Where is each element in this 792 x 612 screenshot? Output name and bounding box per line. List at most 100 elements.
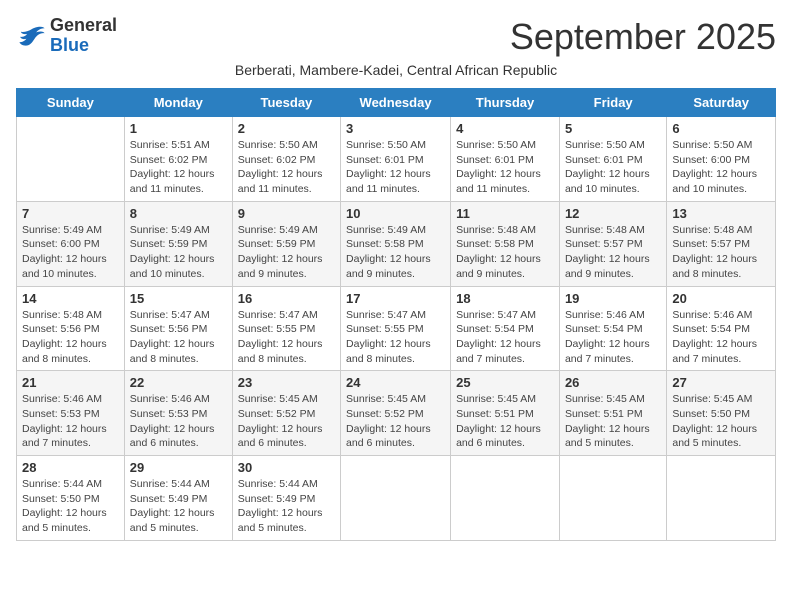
calendar-cell: 2 Sunrise: 5:50 AM Sunset: 6:02 PM Daylig… xyxy=(232,117,340,202)
calendar-cell: 28 Sunrise: 5:44 AM Sunset: 5:50 PM Dayli… xyxy=(17,456,125,541)
calendar-cell: 3 Sunrise: 5:50 AM Sunset: 6:01 PM Daylig… xyxy=(341,117,451,202)
calendar-cell: 15Sunrise: 5:47 AM Sunset: 5:56 PM Dayli… xyxy=(124,286,232,371)
day-number: 16 xyxy=(238,291,335,306)
day-number: 13 xyxy=(672,206,770,221)
day-info: Sunrise: 5:50 AM Sunset: 6:02 PM Dayligh… xyxy=(238,138,335,197)
day-number: 30 xyxy=(238,460,335,475)
day-info: Sunrise: 5:48 AM Sunset: 5:57 PM Dayligh… xyxy=(565,223,661,282)
calendar-cell: 11 Sunrise: 5:48 AM Sunset: 5:58 PM Dayli… xyxy=(451,201,560,286)
day-number: 2 xyxy=(238,121,335,136)
day-info: Sunrise: 5:44 AM Sunset: 5:50 PM Dayligh… xyxy=(22,477,119,536)
day-info: Sunrise: 5:45 AM Sunset: 5:51 PM Dayligh… xyxy=(456,392,554,451)
day-info: Sunrise: 5:50 AM Sunset: 6:01 PM Dayligh… xyxy=(456,138,554,197)
day-number: 3 xyxy=(346,121,445,136)
day-info: Sunrise: 5:50 AM Sunset: 6:01 PM Dayligh… xyxy=(565,138,661,197)
calendar-cell: 9 Sunrise: 5:49 AM Sunset: 5:59 PM Daylig… xyxy=(232,201,340,286)
day-info: Sunrise: 5:49 AM Sunset: 5:59 PM Dayligh… xyxy=(238,223,335,282)
calendar-cell: 23 Sunrise: 5:45 AM Sunset: 5:52 PM Dayli… xyxy=(232,371,340,456)
day-info: Sunrise: 5:44 AM Sunset: 5:49 PM Dayligh… xyxy=(130,477,227,536)
calendar-cell: 1 Sunrise: 5:51 AM Sunset: 6:02 PM Daylig… xyxy=(124,117,232,202)
calendar-week-row: 28 Sunrise: 5:44 AM Sunset: 5:50 PM Dayli… xyxy=(17,456,776,541)
day-of-week-friday: Friday xyxy=(559,89,666,117)
calendar-cell xyxy=(451,456,560,541)
calendar-cell: 25Sunrise: 5:45 AM Sunset: 5:51 PM Dayli… xyxy=(451,371,560,456)
day-info: Sunrise: 5:50 AM Sunset: 6:01 PM Dayligh… xyxy=(346,138,445,197)
calendar-week-row: 21 Sunrise: 5:46 AM Sunset: 5:53 PM Dayli… xyxy=(17,371,776,456)
day-info: Sunrise: 5:48 AM Sunset: 5:57 PM Dayligh… xyxy=(672,223,770,282)
subtitle: Berberati, Mambere-Kadei, Central Africa… xyxy=(16,62,776,78)
month-title: September 2025 xyxy=(510,16,776,58)
calendar-cell: 29 Sunrise: 5:44 AM Sunset: 5:49 PM Dayli… xyxy=(124,456,232,541)
day-number: 4 xyxy=(456,121,554,136)
day-number: 26 xyxy=(565,375,661,390)
day-info: Sunrise: 5:46 AM Sunset: 5:53 PM Dayligh… xyxy=(130,392,227,451)
day-info: Sunrise: 5:49 AM Sunset: 6:00 PM Dayligh… xyxy=(22,223,119,282)
day-info: Sunrise: 5:45 AM Sunset: 5:51 PM Dayligh… xyxy=(565,392,661,451)
calendar-header-row: SundayMondayTuesdayWednesdayThursdayFrid… xyxy=(17,89,776,117)
day-number: 20 xyxy=(672,291,770,306)
day-number: 29 xyxy=(130,460,227,475)
day-number: 21 xyxy=(22,375,119,390)
day-info: Sunrise: 5:50 AM Sunset: 6:00 PM Dayligh… xyxy=(672,138,770,197)
day-number: 12 xyxy=(565,206,661,221)
calendar-cell xyxy=(559,456,666,541)
calendar-cell: 10 Sunrise: 5:49 AM Sunset: 5:58 PM Dayli… xyxy=(341,201,451,286)
day-number: 9 xyxy=(238,206,335,221)
day-of-week-tuesday: Tuesday xyxy=(232,89,340,117)
calendar-cell: 27 Sunrise: 5:45 AM Sunset: 5:50 PM Dayli… xyxy=(667,371,776,456)
calendar-cell: 14 Sunrise: 5:48 AM Sunset: 5:56 PM Dayli… xyxy=(17,286,125,371)
day-number: 1 xyxy=(130,121,227,136)
calendar-cell: 12 Sunrise: 5:48 AM Sunset: 5:57 PM Dayli… xyxy=(559,201,666,286)
day-number: 22 xyxy=(130,375,227,390)
calendar-cell: 13 Sunrise: 5:48 AM Sunset: 5:57 PM Dayli… xyxy=(667,201,776,286)
calendar-cell xyxy=(667,456,776,541)
day-number: 19 xyxy=(565,291,661,306)
day-number: 23 xyxy=(238,375,335,390)
day-number: 11 xyxy=(456,206,554,221)
day-of-week-monday: Monday xyxy=(124,89,232,117)
day-info: Sunrise: 5:46 AM Sunset: 5:54 PM Dayligh… xyxy=(565,308,661,367)
calendar-cell: 20 Sunrise: 5:46 AM Sunset: 5:54 PM Dayli… xyxy=(667,286,776,371)
day-of-week-saturday: Saturday xyxy=(667,89,776,117)
logo-bird-icon xyxy=(18,25,46,47)
calendar-cell: 16 Sunrise: 5:47 AM Sunset: 5:55 PM Dayli… xyxy=(232,286,340,371)
calendar-cell xyxy=(341,456,451,541)
day-info: Sunrise: 5:47 AM Sunset: 5:54 PM Dayligh… xyxy=(456,308,554,367)
day-number: 28 xyxy=(22,460,119,475)
calendar-week-row: 1 Sunrise: 5:51 AM Sunset: 6:02 PM Daylig… xyxy=(17,117,776,202)
day-number: 10 xyxy=(346,206,445,221)
logo-general-text: General xyxy=(50,16,117,36)
day-number: 27 xyxy=(672,375,770,390)
day-info: Sunrise: 5:44 AM Sunset: 5:49 PM Dayligh… xyxy=(238,477,335,536)
calendar-cell: 5 Sunrise: 5:50 AM Sunset: 6:01 PM Daylig… xyxy=(559,117,666,202)
calendar-cell: 21Sunrise: 5:46 AM Sunset: 5:53 PM Dayli… xyxy=(17,371,125,456)
day-info: Sunrise: 5:49 AM Sunset: 5:58 PM Dayligh… xyxy=(346,223,445,282)
day-info: Sunrise: 5:45 AM Sunset: 5:52 PM Dayligh… xyxy=(346,392,445,451)
calendar-cell: 6Sunrise: 5:50 AM Sunset: 6:00 PM Daylig… xyxy=(667,117,776,202)
day-info: Sunrise: 5:48 AM Sunset: 5:58 PM Dayligh… xyxy=(456,223,554,282)
day-of-week-thursday: Thursday xyxy=(451,89,560,117)
day-info: Sunrise: 5:47 AM Sunset: 5:55 PM Dayligh… xyxy=(346,308,445,367)
day-info: Sunrise: 5:49 AM Sunset: 5:59 PM Dayligh… xyxy=(130,223,227,282)
day-info: Sunrise: 5:51 AM Sunset: 6:02 PM Dayligh… xyxy=(130,138,227,197)
day-info: Sunrise: 5:46 AM Sunset: 5:54 PM Dayligh… xyxy=(672,308,770,367)
calendar-table: SundayMondayTuesdayWednesdayThursdayFrid… xyxy=(16,88,776,541)
calendar-week-row: 14 Sunrise: 5:48 AM Sunset: 5:56 PM Dayli… xyxy=(17,286,776,371)
calendar-cell: 26 Sunrise: 5:45 AM Sunset: 5:51 PM Dayli… xyxy=(559,371,666,456)
day-info: Sunrise: 5:45 AM Sunset: 5:50 PM Dayligh… xyxy=(672,392,770,451)
day-info: Sunrise: 5:45 AM Sunset: 5:52 PM Dayligh… xyxy=(238,392,335,451)
day-number: 7 xyxy=(22,206,119,221)
calendar-cell: 19 Sunrise: 5:46 AM Sunset: 5:54 PM Dayli… xyxy=(559,286,666,371)
calendar-cell: 17Sunrise: 5:47 AM Sunset: 5:55 PM Dayli… xyxy=(341,286,451,371)
day-info: Sunrise: 5:47 AM Sunset: 5:55 PM Dayligh… xyxy=(238,308,335,367)
day-number: 5 xyxy=(565,121,661,136)
day-number: 14 xyxy=(22,291,119,306)
calendar-cell: 24 Sunrise: 5:45 AM Sunset: 5:52 PM Dayli… xyxy=(341,371,451,456)
day-info: Sunrise: 5:47 AM Sunset: 5:56 PM Dayligh… xyxy=(130,308,227,367)
header: General Blue September 2025 xyxy=(16,16,776,58)
calendar-cell xyxy=(17,117,125,202)
calendar-cell: 7 Sunrise: 5:49 AM Sunset: 6:00 PM Daylig… xyxy=(17,201,125,286)
day-info: Sunrise: 5:48 AM Sunset: 5:56 PM Dayligh… xyxy=(22,308,119,367)
day-number: 24 xyxy=(346,375,445,390)
logo-blue-text: Blue xyxy=(50,36,117,56)
